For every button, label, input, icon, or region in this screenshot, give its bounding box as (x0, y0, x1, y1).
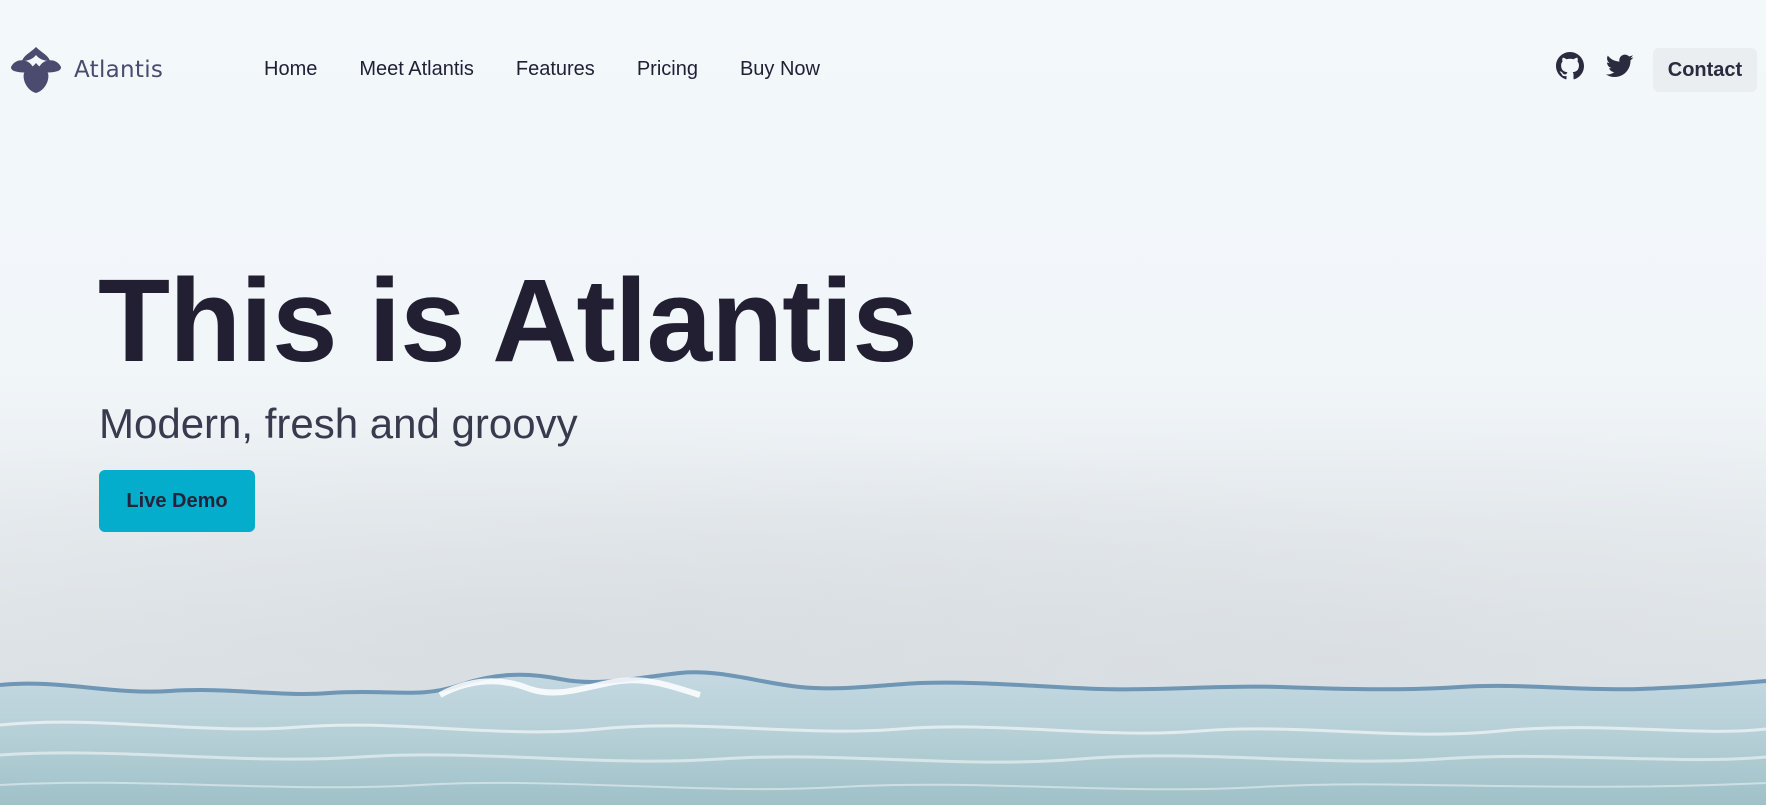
nav-item-pricing[interactable]: Pricing (637, 58, 698, 81)
contact-button[interactable]: Contact (1653, 48, 1757, 92)
ocean-waves-image (0, 670, 1766, 805)
logo-link[interactable]: Atlantis (8, 45, 163, 95)
brand-name: Atlantis (74, 57, 164, 83)
landing-page: Atlantis Home Meet Atlantis Features Pri… (0, 0, 1766, 805)
nav-item-home[interactable]: Home (264, 58, 317, 81)
twitter-icon[interactable] (1605, 52, 1634, 80)
nav-item-meet-atlantis[interactable]: Meet Atlantis (359, 58, 474, 81)
hero-subtitle: Modern, fresh and groovy (99, 400, 578, 447)
main-nav: Home Meet Atlantis Features Pricing Buy … (264, 58, 820, 81)
nav-item-features[interactable]: Features (516, 58, 595, 81)
hero-title: This is Atlantis (98, 255, 918, 387)
github-icon[interactable] (1556, 52, 1584, 80)
live-demo-button[interactable]: Live Demo (99, 470, 255, 532)
atlantis-scales-logo-icon (11, 47, 61, 93)
social-links (1556, 52, 1634, 80)
nav-item-buy-now[interactable]: Buy Now (740, 58, 820, 81)
site-header: Atlantis Home Meet Atlantis Features Pri… (0, 40, 1766, 100)
